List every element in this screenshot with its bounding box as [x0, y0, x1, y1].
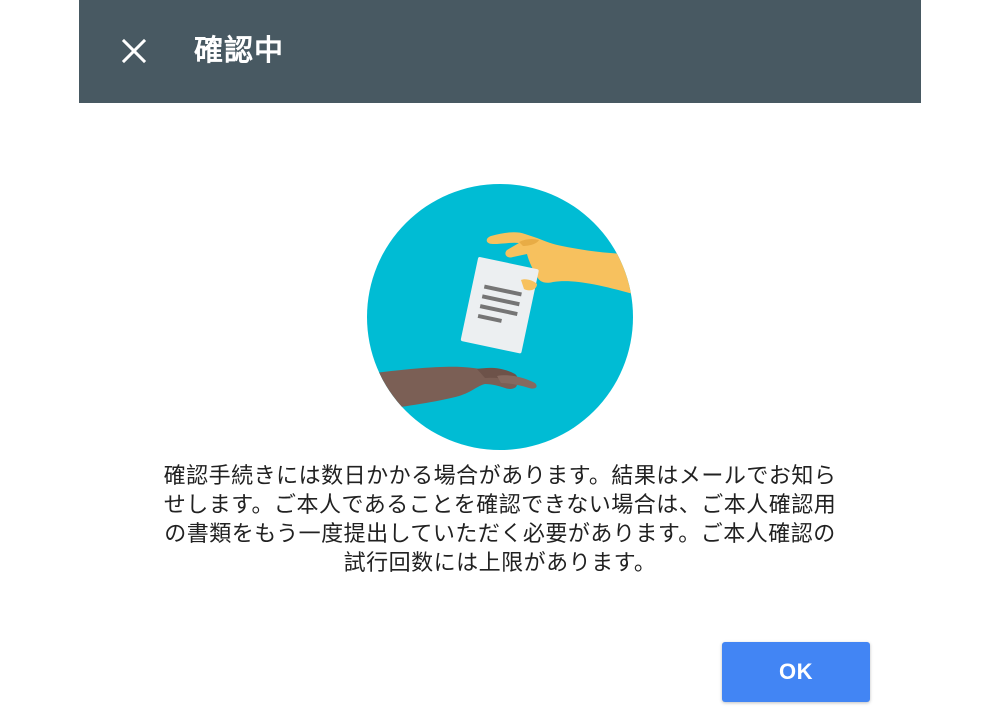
message-line: せします。ご本人であることを確認できない場合は、ご本人確認用 — [163, 493, 837, 518]
ok-button[interactable]: OK — [722, 642, 870, 702]
dialog-title: 確認中 — [194, 33, 285, 67]
close-button[interactable] — [109, 26, 159, 76]
hand-over-document-icon — [367, 184, 633, 450]
message-line: 確認手続きには数日かかる場合があります。結果はメールでお知ら — [163, 464, 837, 489]
message-line: 試行回数には上限があります。 — [343, 551, 657, 576]
close-icon — [121, 38, 147, 64]
verification-dialog: 確認中 確認手続きには数日かかる場合があります。結果はメールでお知ら せします。… — [79, 0, 921, 709]
verification-message: 確認手続きには数日かかる場合があります。結果はメールでお知ら せします。ご本人で… — [119, 462, 881, 578]
message-line: の書類をもう一度提出していただく必要があります。ご本人確認の — [164, 522, 836, 547]
app-bar: 確認中 — [79, 0, 921, 103]
